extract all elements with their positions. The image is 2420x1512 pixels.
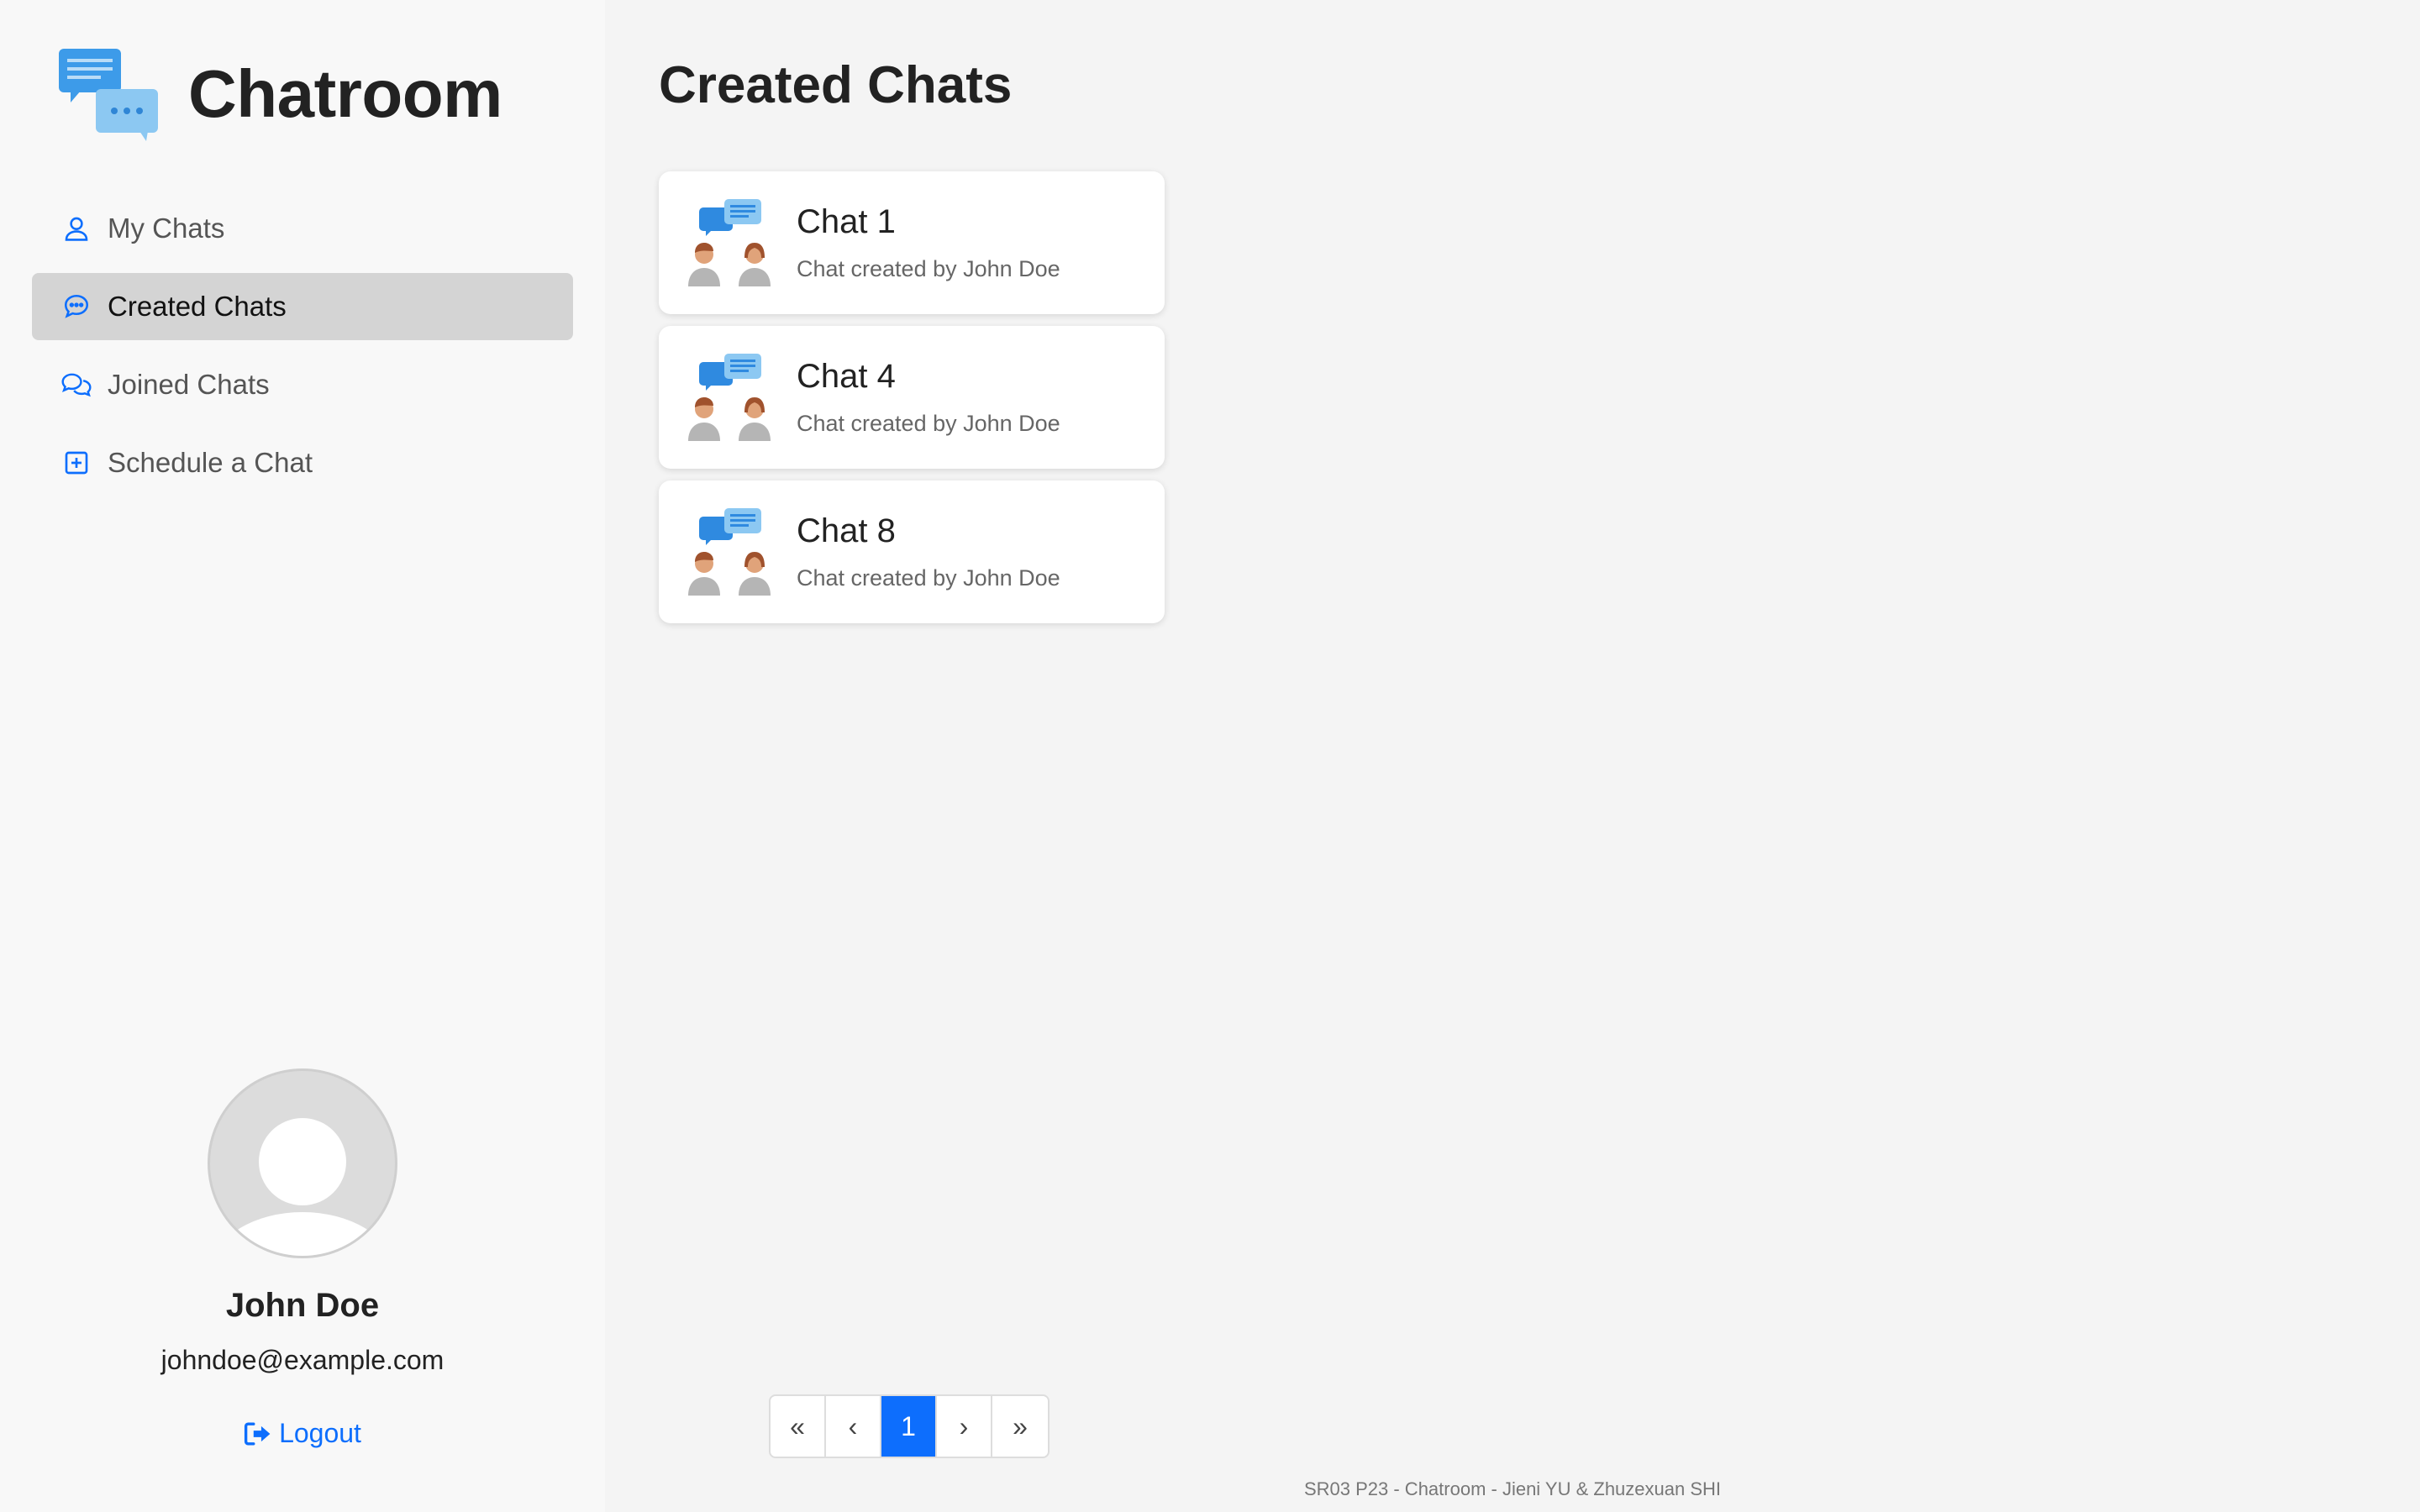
main-content: Created Chats Chat 1 Chat created by Joh… (605, 0, 2420, 1512)
chat-card[interactable]: Chat 8 Chat created by John Doe (659, 480, 1165, 623)
group-chat-icon (688, 199, 771, 286)
chat-card-text: Chat 1 Chat created by John Doe (797, 203, 1060, 282)
chat-title: Chat 1 (797, 203, 896, 240)
user-name: John Doe (225, 1287, 380, 1324)
chat-subtitle: Chat created by John Doe (797, 256, 1060, 281)
chat-card[interactable]: Chat 1 Chat created by John Doe (659, 171, 1165, 314)
chat-card-text: Chat 8 Chat created by John Doe (797, 512, 1060, 591)
sidebar-item-label: My Chats (108, 213, 225, 244)
sidebar-item-label: Created Chats (108, 291, 287, 322)
chat-bubble-icon (60, 291, 92, 323)
avatar-head (259, 1118, 346, 1205)
pagination: « ‹ 1 › » (769, 1394, 1050, 1458)
pagination-prev-button[interactable]: ‹ (826, 1396, 881, 1457)
chat-subtitle: Chat created by John Doe (797, 411, 1060, 436)
sidebar: Chatroom My Chats Created Chats Joined C… (0, 0, 605, 1512)
logout-label: Logout (279, 1418, 361, 1448)
chat-card-text: Chat 4 Chat created by John Doe (797, 358, 1060, 437)
brand[interactable]: Chatroom (55, 42, 502, 146)
chat-subtitle: Chat created by John Doe (797, 565, 1060, 591)
pagination-last-button[interactable]: » (992, 1396, 1048, 1457)
chats-icon (60, 369, 92, 401)
pagination-page-1[interactable]: 1 (881, 1396, 937, 1457)
chat-title: Chat 4 (797, 358, 896, 395)
group-chat-icon (688, 354, 771, 441)
sidebar-item-my-chats[interactable]: My Chats (32, 195, 573, 262)
user-icon (60, 213, 92, 244)
group-chat-icon (688, 508, 771, 596)
user-email: johndoe@example.com (160, 1345, 445, 1375)
user-profile: John Doe johndoe@example.com Logout (0, 1068, 605, 1449)
logout-button[interactable]: Logout (244, 1418, 361, 1449)
brand-title: Chatroom (188, 56, 502, 131)
sidebar-item-label: Joined Chats (108, 369, 270, 400)
sidebar-nav: My Chats Created Chats Joined Chats Sche… (32, 195, 573, 507)
chat-title: Chat 8 (797, 512, 896, 549)
avatar (208, 1068, 397, 1258)
pagination-first-button[interactable]: « (771, 1396, 826, 1457)
page-title: Created Chats (659, 56, 1013, 114)
sidebar-item-schedule-chat[interactable]: Schedule a Chat (32, 429, 573, 496)
pagination-next-button[interactable]: › (937, 1396, 992, 1457)
sidebar-item-created-chats[interactable]: Created Chats (32, 273, 573, 340)
sidebar-item-label: Schedule a Chat (108, 447, 313, 478)
app: Chatroom My Chats Created Chats Joined C… (0, 0, 2420, 1512)
logout-icon (244, 1422, 271, 1445)
avatar-body (214, 1212, 391, 1256)
chat-card[interactable]: Chat 4 Chat created by John Doe (659, 326, 1165, 469)
chatroom-logo-icon (59, 49, 158, 141)
plus-square-icon (60, 447, 92, 479)
sidebar-item-joined-chats[interactable]: Joined Chats (32, 351, 573, 418)
footer-credits: SR03 P23 - Chatroom - Jieni YU & Zhuzexu… (1303, 1478, 1722, 1499)
chat-list: Chat 1 Chat created by John Doe Chat 4 C… (659, 171, 1165, 635)
